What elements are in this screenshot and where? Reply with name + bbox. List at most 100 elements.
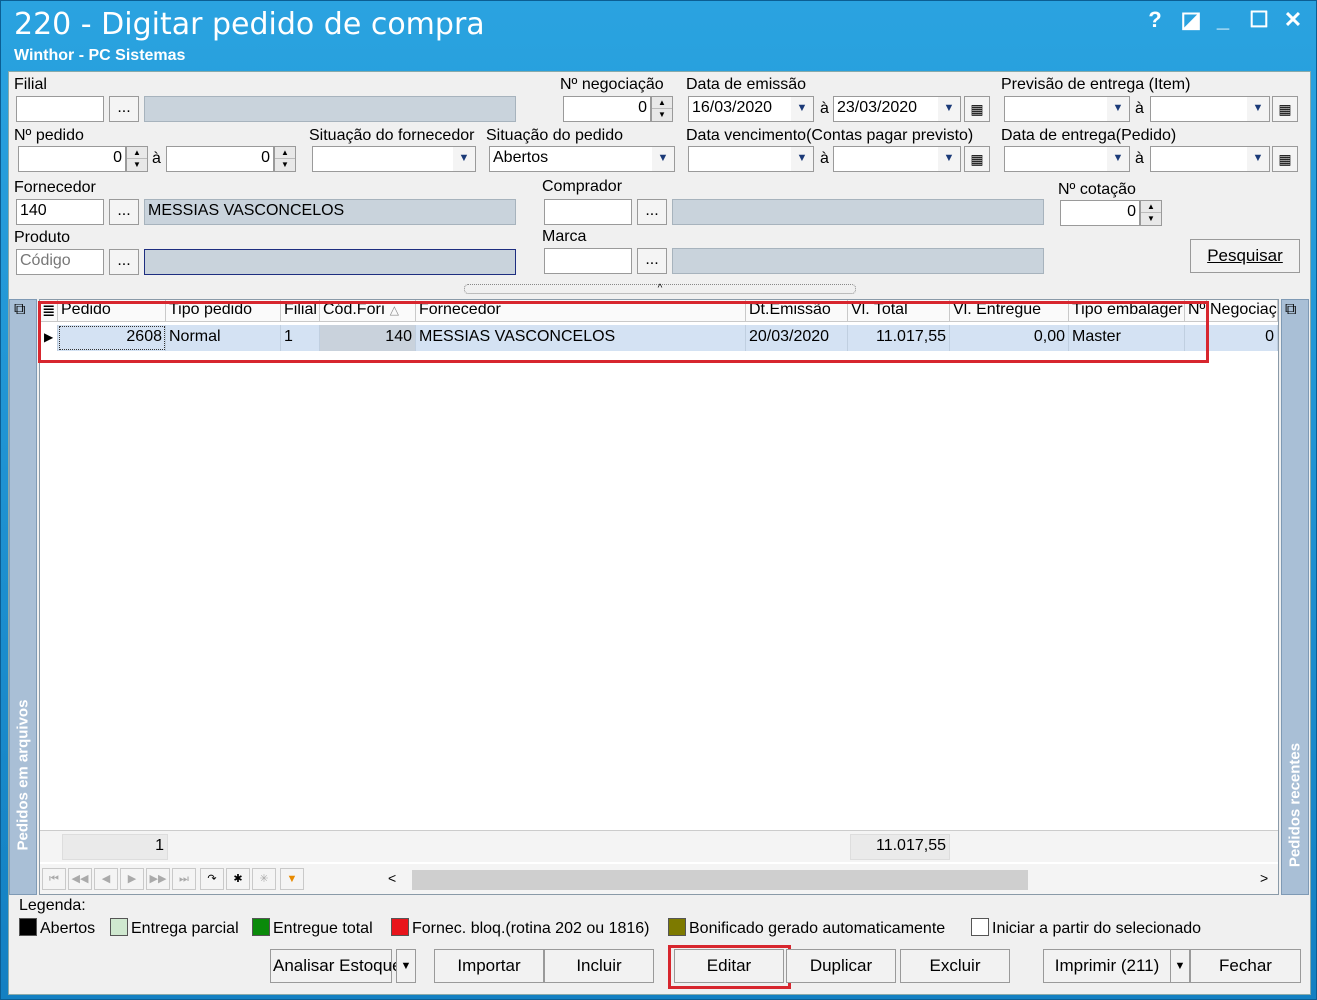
pedidos-recentes-panel[interactable]: Pedidos recentes [1281,299,1309,895]
iniciar-checkbox[interactable]: Iniciar a partir do selecionado [971,918,1201,938]
calendar-icon[interactable]: ▦ [1272,96,1298,122]
filial-input[interactable] [16,96,104,122]
chevron-down-icon[interactable]: ▼ [938,147,960,171]
cotacao-spinner[interactable]: ▲ ▼ [1140,200,1162,226]
importar-button[interactable]: Importar [434,949,544,983]
filter-icon[interactable]: ▼ [280,868,304,890]
pedido-de-spinner[interactable]: ▲ ▼ [126,146,148,172]
comprador-input[interactable] [544,199,632,225]
dock-icon[interactable]: ⧉ [14,301,25,319]
legend-entregue-total: Entregue total [252,918,373,938]
imprimir-dropdown-icon[interactable]: ▼ [1170,949,1190,983]
spin-down-icon[interactable]: ▼ [1141,213,1161,225]
previsao-label: Previsão de entrega (Item) [1001,76,1191,93]
previsao-de-input[interactable]: ▼ [1004,96,1130,122]
marca-input[interactable] [544,248,632,274]
fornecedor-label: Fornecedor [14,179,96,196]
imprimir-button[interactable]: Imprimir (211) [1043,949,1171,983]
pedidos-arquivos-panel[interactable]: Pedidos em arquivos [9,299,37,895]
fornecedor-search-button[interactable]: ... [109,199,139,225]
close-button[interactable]: ✕ [1279,7,1307,33]
chevron-down-icon[interactable]: ▼ [791,97,813,121]
spin-down-icon[interactable]: ▼ [275,159,295,171]
pedido-ate-spinner[interactable]: ▲ ▼ [274,146,296,172]
duplicar-button[interactable]: Duplicar [786,949,896,983]
spin-down-icon[interactable]: ▼ [652,109,672,121]
previsao-ate-input[interactable]: ▼ [1150,96,1270,122]
edit-window-icon[interactable]: ◪ [1177,7,1205,33]
scroll-right-icon[interactable]: > [1260,870,1268,886]
chevron-down-icon[interactable]: ▼ [652,147,674,171]
fechar-button[interactable]: Fechar [1190,949,1301,983]
negociacao-spinner[interactable]: ▲ ▼ [651,96,673,122]
data-venc-ate-input[interactable]: ▼ [833,146,961,172]
comprador-name-field [672,199,1044,225]
prev-record-icon[interactable]: ◀ [94,868,118,890]
calendar-icon[interactable]: ▦ [964,146,990,172]
marca-search-button[interactable]: ... [637,248,667,274]
delete-icon[interactable]: ✳ [252,868,276,890]
cotacao-input[interactable]: 0 [1060,200,1140,226]
excluir-button[interactable]: Excluir [900,949,1010,983]
main-window: 220 - Digitar pedido de compra Winthor -… [0,0,1317,1000]
next-record-icon[interactable]: ▶ [120,868,144,890]
sit-fornecedor-select[interactable]: ▼ [312,146,476,172]
splitter-collapse-handle[interactable]: ^ [464,284,856,294]
chevron-down-icon[interactable]: ▼ [1247,97,1269,121]
data-emissao-de-input[interactable]: 16/03/2020 ▼ [688,96,814,122]
calendar-icon[interactable]: ▦ [964,96,990,122]
chevron-down-icon[interactable]: ▼ [791,147,813,171]
dock-icon[interactable]: ⧉ [1285,301,1296,319]
negociacao-input[interactable]: 0 [563,96,651,122]
data-entrega-ate-input[interactable]: ▼ [1150,146,1270,172]
scroll-left-icon[interactable]: < [388,870,396,886]
data-entrega-label: Data de entrega(Pedido) [1001,127,1177,144]
sit-pedido-label: Situação do pedido [486,127,623,144]
incluir-button[interactable]: Incluir [544,949,654,983]
maximize-button[interactable]: ☐ [1245,7,1273,33]
last-page-icon[interactable]: ⏭ [172,868,196,890]
spin-up-icon[interactable]: ▲ [652,97,672,109]
first-page-icon[interactable]: ⏮ [42,868,66,890]
pesquisar-button[interactable]: Pesquisar [1190,239,1300,273]
horizontal-scroll-thumb[interactable] [412,870,1028,890]
chevron-down-icon[interactable]: ▼ [1107,97,1129,121]
produto-code-input[interactable]: Código [16,249,104,275]
data-entrega-de-input[interactable]: ▼ [1004,146,1130,172]
spin-up-icon[interactable]: ▲ [127,147,147,159]
comprador-search-button[interactable]: ... [637,199,667,225]
fornecedor-code-input[interactable]: 140 [16,199,104,225]
spin-up-icon[interactable]: ▲ [1141,201,1161,213]
analisar-dropdown-icon[interactable]: ▼ [396,949,416,983]
help-button[interactable]: ? [1141,7,1169,33]
data-venc-de-input[interactable]: ▼ [688,146,814,172]
fornecedor-name-field: MESSIAS VASCONCELOS [144,199,516,225]
minimize-button[interactable]: _ [1209,7,1237,33]
calendar-icon[interactable]: ▦ [1272,146,1298,172]
legend-bonificado: Bonificado gerado automaticamente [668,918,945,938]
filial-search-button[interactable]: ... [109,96,139,122]
checkbox-box[interactable] [971,918,989,936]
chevron-down-icon[interactable]: ▼ [938,97,960,121]
legend-entrega-parcial: Entrega parcial [110,918,239,938]
next-page-icon[interactable]: ▶▶ [146,868,170,890]
chevron-down-icon[interactable]: ▼ [453,147,475,171]
analisar-estoque-button[interactable]: Analisar Estoque [270,949,402,983]
chevron-down-icon[interactable]: ▼ [1247,147,1269,171]
legend-swatch [19,918,37,936]
spin-up-icon[interactable]: ▲ [275,147,295,159]
insert-icon[interactable]: ✱ [226,868,250,890]
refresh-icon[interactable]: ↷ [200,868,224,890]
data-emissao-ate-input[interactable]: 23/03/2020 ▼ [833,96,961,122]
sit-pedido-select[interactable]: Abertos ▼ [489,146,675,172]
marca-name-field [672,248,1044,274]
spin-down-icon[interactable]: ▼ [127,159,147,171]
pedido-de-input[interactable]: 0 [18,146,126,172]
table-cell-negociacao[interactable]: 0 [1207,325,1278,351]
highlight-box [38,301,1209,363]
chevron-down-icon[interactable]: ▼ [1107,147,1129,171]
prev-page-icon[interactable]: ◀◀ [68,868,92,890]
produto-search-button[interactable]: ... [109,249,139,275]
col-negociacao[interactable]: Negociaç [1207,300,1278,322]
pedido-ate-input[interactable]: 0 [166,146,274,172]
